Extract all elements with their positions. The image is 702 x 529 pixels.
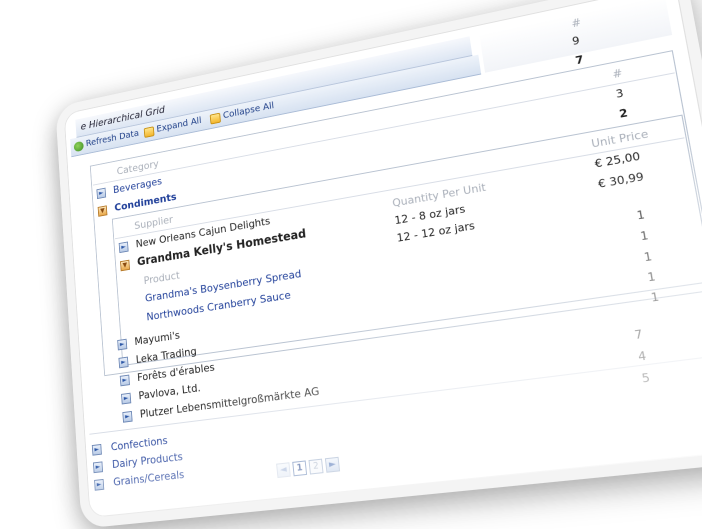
page-2-button[interactable]: 2 (308, 458, 324, 475)
header-hash: # (570, 15, 583, 31)
expand-supplier-new-orleans-button[interactable]: ► (118, 241, 129, 254)
category-dairy-products[interactable]: Dairy Products (112, 450, 184, 471)
category-grains-count: 5 (640, 370, 652, 386)
category-hash-header: # (611, 66, 624, 82)
previous-page-button[interactable]: ◄ (276, 462, 291, 479)
expand-beverages-button[interactable]: ► (96, 187, 107, 200)
header-count-2: 7 (574, 53, 585, 68)
pager: ◄ 1 2 ► (276, 456, 341, 479)
expand-supplier-plutzer-button[interactable]: ► (122, 410, 133, 423)
expand-grains-button[interactable]: ► (94, 478, 105, 491)
expand-confections-button[interactable]: ► (91, 443, 102, 456)
category-confections-count: 7 (633, 327, 644, 343)
supplier-pavlova[interactable]: Pavlova, Ltd. (138, 381, 201, 402)
collapse-condiments-button[interactable]: ▼ (97, 205, 108, 217)
collapse-folder-icon (209, 112, 221, 125)
page-1-button[interactable]: 1 (292, 460, 308, 477)
expand-supplier-pavlova-button[interactable]: ► (121, 392, 132, 405)
category-confections[interactable]: Confections (110, 434, 168, 454)
hierarchical-grid-card: e Hierarchical Grid Refresh Data Expand … (55, 0, 702, 529)
expand-folder-icon (143, 125, 155, 138)
expand-supplier-forets-button[interactable]: ► (119, 374, 130, 387)
next-page-button[interactable]: ► (324, 456, 341, 473)
category-grains-cereals[interactable]: Grains/Cereals (113, 468, 185, 489)
collapse-supplier-grandma-kelly-button[interactable]: ▼ (120, 259, 131, 272)
expand-supplier-leka-button[interactable]: ► (118, 356, 129, 369)
refresh-icon (73, 140, 84, 152)
expand-supplier-mayumis-button[interactable]: ► (117, 338, 128, 351)
category-dairy-count: 4 (637, 348, 648, 364)
expand-dairy-button[interactable]: ► (92, 461, 104, 474)
